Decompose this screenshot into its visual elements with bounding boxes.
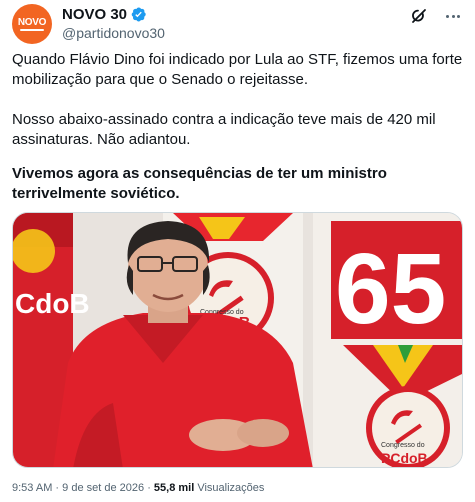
banner-bottom-bottom: PCdoB — [381, 450, 428, 466]
avatar-logo-text: NOVO — [17, 17, 47, 28]
banner-bottom-top: Congresso do — [381, 442, 425, 449]
more-options-icon[interactable] — [443, 6, 463, 26]
tweet-meta: 9:53 AM · 9 de set de 2026 · 55,8 mil Vi… — [12, 482, 264, 494]
views-count: 55,8 mil — [153, 482, 195, 494]
author-names: NOVO 30 @partidonovo30 — [62, 5, 165, 41]
grok-icon[interactable] — [409, 6, 429, 26]
tweet-date[interactable]: 9 de set de 2026 — [62, 482, 144, 494]
banner-number-65: 65 — [335, 233, 446, 345]
tweet-text-paragraph-3: Vivemos agora as consequências de ter um… — [12, 165, 387, 202]
meta-separator: · — [55, 482, 60, 494]
tweet-header: NOVO NOVO 30 @partidonovo30 — [12, 4, 463, 44]
author-display-name[interactable]: NOVO 30 — [62, 6, 127, 23]
header-actions — [409, 6, 463, 26]
tweet-card: NOVO NOVO 30 @partidonovo30 Quando Flávi… — [0, 0, 475, 502]
video-still: CdoB Congresso do PCdoB 65 Congresso — [13, 213, 462, 467]
views-label: Visualizações — [197, 482, 265, 494]
verified-badge-icon — [131, 7, 146, 22]
tweet-text-paragraph-1: Quando Flávio Dino foi indicado por Lula… — [12, 51, 463, 88]
author-handle[interactable]: @partidonovo30 — [62, 25, 165, 41]
meta-separator-2: · — [147, 482, 151, 494]
tweet-media-image[interactable]: CdoB Congresso do PCdoB 65 Congresso — [12, 212, 463, 468]
banner-left-text: CdoB — [15, 288, 90, 319]
tweet-text-paragraph-2: Nosso abaixo-assinado contra a indicação… — [12, 111, 436, 148]
avatar-logo-underline — [20, 29, 44, 31]
tweet-time[interactable]: 9:53 AM — [12, 482, 52, 494]
avatar[interactable]: NOVO — [12, 4, 52, 44]
